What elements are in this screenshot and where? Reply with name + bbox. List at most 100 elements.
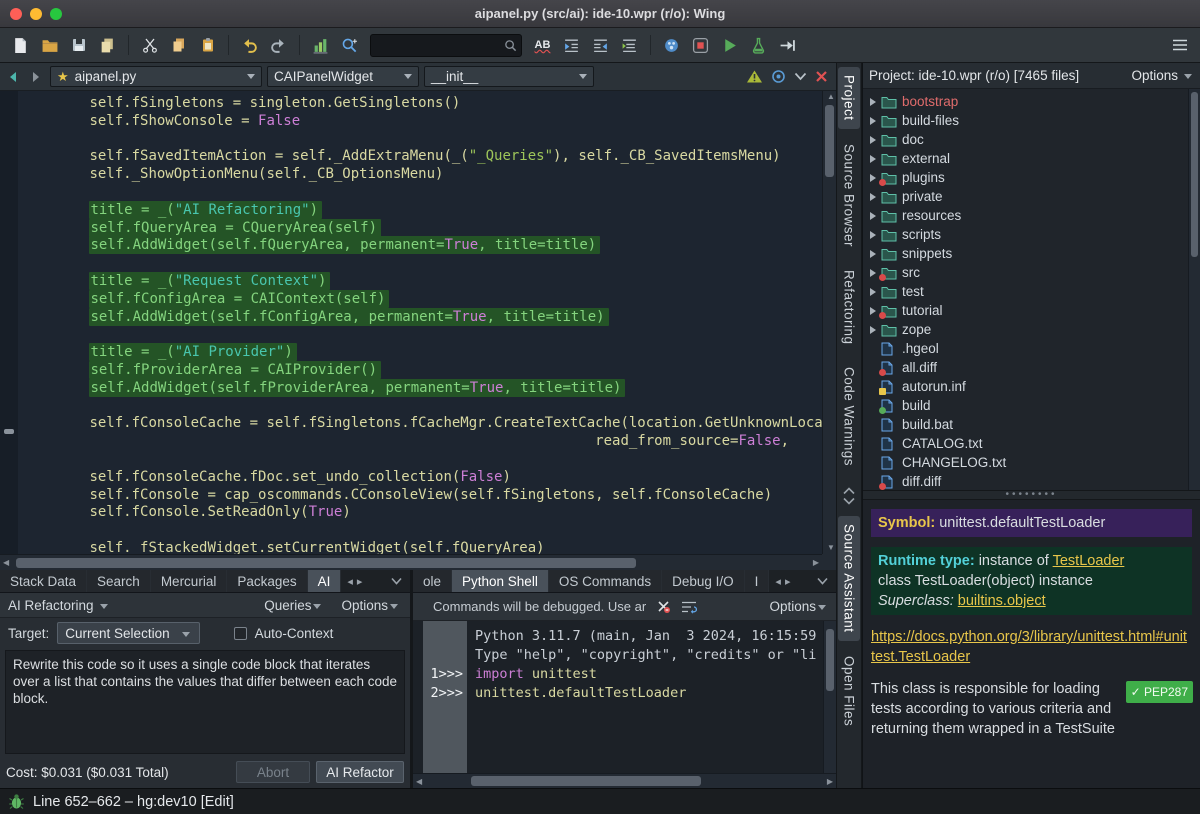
minimize-window-button[interactable] [30, 8, 42, 20]
search-in-files-icon[interactable] [336, 32, 363, 58]
side-tab-source-assistant[interactable]: Source Assistant [838, 516, 860, 641]
file-dropdown[interactable]: ★ aipanel.py [50, 66, 262, 87]
editor-vertical-scrollbar[interactable]: ▲ ▼ [822, 91, 836, 554]
paste-icon[interactable] [194, 32, 221, 58]
scroll-right-arrow[interactable]: ▶ [827, 778, 833, 786]
code-area[interactable]: self.fSingletons = singleton.GetSingleto… [18, 91, 822, 554]
scrollbar-thumb[interactable] [825, 105, 834, 177]
tab-scroll-left-icon[interactable]: ◂ [347, 575, 353, 588]
tree-item-zope[interactable]: zope [863, 320, 1200, 339]
code-line[interactable]: self.fSingletons = singleton.GetSingleto… [22, 95, 822, 113]
shell-panel-tab-python-shell[interactable]: Python Shell [452, 570, 549, 592]
code-line[interactable]: self.AddWidget(self.fProviderArea, perma… [22, 380, 822, 398]
save-icon[interactable] [65, 32, 92, 58]
code-line[interactable]: self.fQueryArea = CQueryArea(self) [22, 220, 822, 238]
shell-panel-tab-i[interactable]: I [745, 570, 770, 592]
scrollbar-thumb[interactable] [826, 629, 834, 691]
code-line[interactable]: self.fConfigArea = CAIContext(self) [22, 291, 822, 309]
tab-scroll-left-icon[interactable]: ◂ [775, 575, 781, 588]
scrollbar-thumb[interactable] [471, 776, 701, 786]
scroll-right-arrow[interactable]: ▶ [813, 559, 819, 567]
auto-context-checkbox[interactable] [234, 627, 247, 640]
tree-item-external[interactable]: external [863, 149, 1200, 168]
step-over-icon[interactable] [774, 32, 801, 58]
expand-arrow-icon[interactable] [870, 269, 876, 277]
tree-item-scripts[interactable]: scripts [863, 225, 1200, 244]
shell-vertical-scrollbar[interactable] [823, 621, 836, 773]
scroll-down-chevron-icon[interactable] [843, 497, 855, 505]
word-wrap-icon[interactable] [681, 600, 697, 614]
code-line[interactable]: self.fConsole.SetReadOnly(True) [22, 504, 822, 522]
menu-icon[interactable] [1166, 32, 1193, 58]
open-folder-icon[interactable] [36, 32, 63, 58]
save-all-icon[interactable] [94, 32, 121, 58]
tree-item-all-diff[interactable]: all.diff [863, 358, 1200, 377]
tree-item-bootstrap[interactable]: bootstrap [863, 92, 1200, 111]
code-line[interactable] [22, 131, 822, 149]
convert-indent-icon[interactable] [616, 32, 643, 58]
tree-item-changelog-txt[interactable]: CHANGELOG.txt [863, 453, 1200, 472]
new-file-icon[interactable] [7, 32, 34, 58]
code-line[interactable]: self.fShowConsole = False [22, 113, 822, 131]
tree-item-build-files[interactable]: build-files [863, 111, 1200, 130]
scroll-down-arrow[interactable]: ▼ [827, 544, 835, 552]
tab-scroll-right-icon[interactable]: ▸ [357, 575, 363, 588]
expand-arrow-icon[interactable] [870, 174, 876, 182]
code-line[interactable]: self.fSavedItemAction = self._AddExtraMe… [22, 148, 822, 166]
code-line[interactable]: self.fConsoleCache.fDoc.set_undo_collect… [22, 469, 822, 487]
stop-debug-icon[interactable] [687, 32, 714, 58]
tree-item-snippets[interactable]: snippets [863, 244, 1200, 263]
ai-panel-tab-packages[interactable]: Packages [227, 570, 307, 592]
refactor-prompt-input[interactable]: Rewrite this code so it uses a single co… [5, 650, 405, 754]
clear-shell-icon[interactable] [656, 599, 671, 614]
panel-splitter-handle[interactable]: •••••••• [863, 490, 1200, 500]
side-tab-code-warnings[interactable]: Code Warnings [838, 359, 860, 474]
redo-icon[interactable] [265, 32, 292, 58]
ai-options-menu[interactable]: Options [341, 598, 402, 613]
tree-item-catalog-txt[interactable]: CATALOG.txt [863, 434, 1200, 453]
shell-output[interactable]: Python 3.11.7 (main, Jan 3 2024, 16:15:5… [423, 627, 823, 703]
close-editor-icon[interactable] [815, 70, 828, 83]
shell-horizontal-scrollbar[interactable]: ◀ ▶ [413, 773, 836, 788]
ai-panel-tab-mercurial[interactable]: Mercurial [151, 570, 228, 592]
tree-item-build[interactable]: build [863, 396, 1200, 415]
code-editor[interactable]: self.fSingletons = singleton.GetSingleto… [0, 91, 836, 570]
class-dropdown[interactable]: CAIPanelWidget [267, 66, 419, 87]
code-warnings-icon[interactable] [746, 69, 763, 84]
tree-item-build-bat[interactable]: build.bat [863, 415, 1200, 434]
shell-line[interactable]: Python 3.11.7 (main, Jan 3 2024, 16:15:5… [423, 627, 823, 646]
expand-arrow-icon[interactable] [870, 193, 876, 201]
close-window-button[interactable] [10, 8, 22, 20]
code-line[interactable]: title = _("AI Provider") [22, 344, 822, 362]
queries-menu[interactable]: Queries [264, 598, 323, 613]
code-line[interactable] [22, 326, 822, 344]
shell-line[interactable]: 2>>>unittest.defaultTestLoader [423, 684, 823, 703]
cut-icon[interactable] [136, 32, 163, 58]
shell-panel-tab-debug-i-o[interactable]: Debug I/O [662, 570, 745, 592]
scrollbar-thumb[interactable] [16, 558, 636, 568]
outdent-icon[interactable] [587, 32, 614, 58]
zoom-window-button[interactable] [50, 8, 62, 20]
scroll-left-arrow[interactable]: ◀ [3, 559, 9, 567]
undo-icon[interactable] [236, 32, 263, 58]
symbol-index-icon[interactable] [771, 69, 786, 84]
code-line[interactable]: self.AddWidget(self.fConfigArea, permane… [22, 309, 822, 327]
profile-chart-icon[interactable] [307, 32, 334, 58]
code-line[interactable] [22, 398, 822, 416]
side-tab-source-browser[interactable]: Source Browser [838, 136, 860, 255]
code-line[interactable]: title = _("AI Refactoring") [22, 202, 822, 220]
side-tab-project[interactable]: Project [838, 67, 860, 129]
documentation-link[interactable]: https://docs.python.org/3/library/unitte… [871, 629, 1187, 665]
expand-arrow-icon[interactable] [870, 155, 876, 163]
editor-horizontal-scrollbar[interactable]: ◀ ▶ [0, 554, 822, 570]
code-line[interactable]: self._fStackedWidget.setCurrentWidget(se… [22, 540, 822, 554]
code-line[interactable]: self.fConsole = cap_oscommands.CConsoleV… [22, 487, 822, 505]
expand-arrow-icon[interactable] [870, 98, 876, 106]
code-line[interactable] [22, 451, 822, 469]
tree-item-src[interactable]: src [863, 263, 1200, 282]
search-input[interactable] [375, 38, 504, 53]
tree-item-plugins[interactable]: plugins [863, 168, 1200, 187]
code-line[interactable] [22, 184, 822, 202]
shell-panel-tab-ole[interactable]: ole [413, 570, 452, 592]
breakpoint-margin[interactable] [0, 91, 18, 554]
